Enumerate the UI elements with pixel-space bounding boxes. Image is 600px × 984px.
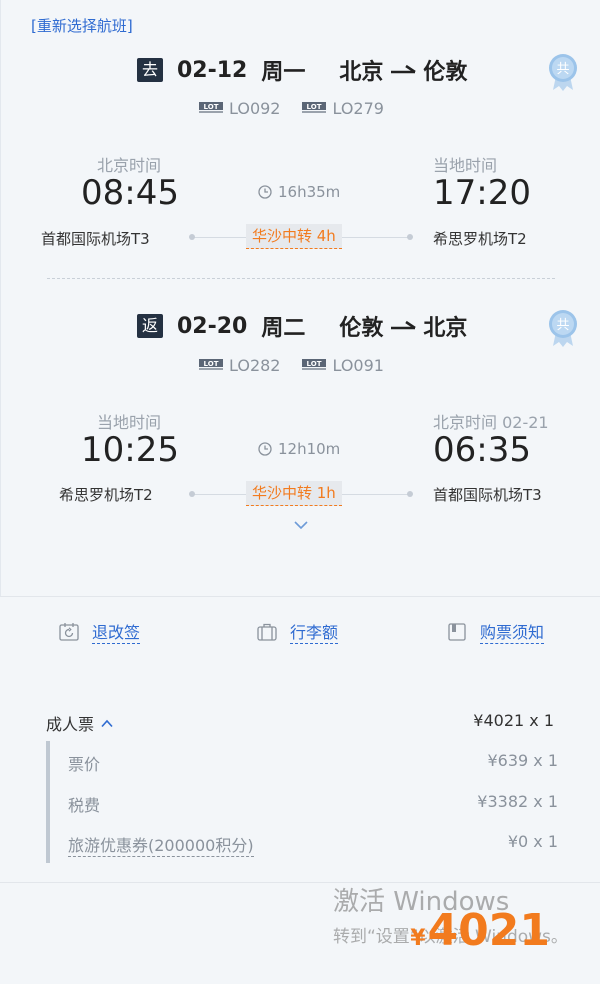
fare-breakdown: 票价 ¥639 x 1 税费 ¥3382 x 1 旅游优惠券(200000积分)… [46,741,558,863]
route-dot [407,234,413,240]
flight-numbers: LOT LO092 LOT LO279 [199,98,384,118]
refund-change-link[interactable]: 退改签 [58,619,141,644]
leg-date: 02-20 [177,313,248,339]
baggage-link[interactable]: 行李额 [256,619,339,644]
price-breakdown-section: 成人票 ¥4021 x 1 票价 ¥639 x 1 税费 ¥3382 x 1 旅… [0,669,600,882]
adult-ticket-value: ¥4021 x 1 [473,711,554,730]
dest-city: 伦敦 [423,60,468,85]
origin-city: 伦敦 [339,316,384,341]
dest-city: 北京 [423,316,468,341]
policy-links-bar: 退改签 行李额 购票须知 [0,596,600,670]
leg-badge: 去 [137,58,163,82]
leg-weekday: 周二 [261,316,306,341]
leg-title: 返 02-20 周二 伦敦 北京 [137,313,468,341]
leg-date: 02-12 [177,57,248,83]
origin-city: 北京 [339,60,384,85]
itinerary-section: [重新选择航班] 去 02-12 周一 北京 伦敦 共 LOT LO092 LO… [0,0,600,596]
svg-text:共: 共 [556,62,569,77]
svg-text:LOT: LOT [204,360,219,368]
arrow-right-icon [391,64,417,74]
shared-flight-ribbon-icon: 共 [549,54,577,91]
total-section: 激活 Windows 转到“设置”以激活 Windows。 ¥ 4021 [0,882,600,984]
lot-airline-logo-icon: LOT [302,359,327,370]
total-amount: 4021 [427,905,550,956]
coupon-row: 旅游优惠券(200000积分) ¥0 x 1 [68,832,558,857]
adult-ticket-label-wrap: 成人票 [46,711,114,735]
reselect-flight-link[interactable]: [重新选择航班] [31,15,133,36]
purchase-notice-label: 购票须知 [480,619,545,644]
departure-time: 08:45 [81,173,179,213]
flight-duration: 16h35m [258,183,340,201]
route-dot [407,491,413,497]
flight-summary-panel: [重新选择航班] 去 02-12 周一 北京 伦敦 共 LOT LO092 LO… [0,0,600,984]
clock-icon [258,185,272,199]
tax-label: 税费 [68,796,101,815]
route-dot [189,491,195,497]
clock-icon [258,442,272,456]
leg-title: 去 02-12 周一 北京 伦敦 [137,57,468,85]
chevron-up-icon[interactable] [100,719,114,728]
arrival-time: 17:20 [433,173,531,213]
arrow-right-icon [391,320,417,330]
departure-airport: 希思罗机场T2 [59,486,153,504]
luggage-icon [257,623,277,641]
flight-number: LO092 [229,98,281,118]
departure-time: 10:25 [81,430,179,470]
flight-number: LO279 [332,98,384,118]
refund-change-label: 退改签 [92,619,141,644]
svg-text:共: 共 [556,318,569,333]
lot-airline-logo-icon: LOT [199,359,223,370]
transfer-info[interactable]: 华沙中转 1h [246,481,342,506]
flight-numbers: LOT LO282 LOT LO091 [199,355,384,375]
tax-value: ¥3382 x 1 [477,792,558,811]
purchase-notice-link[interactable]: 购票须知 [446,619,545,644]
fare-value: ¥639 x 1 [487,751,558,770]
total-price: ¥ 4021 [410,905,550,956]
expand-chevron-down-icon[interactable] [293,520,309,530]
duration-text: 16h35m [278,183,341,201]
arrival-airport: 希思罗机场T2 [433,230,527,248]
svg-text:LOT: LOT [204,103,219,111]
total-currency: ¥ [410,926,426,951]
adult-ticket-label: 成人票 [46,715,95,734]
flight-number: LO091 [332,355,384,375]
arrival-airport: 首都国际机场T3 [433,486,542,504]
duration-text: 12h10m [278,440,341,458]
fare-label: 票价 [68,755,101,774]
leg-badge: 返 [137,314,163,338]
flight-duration: 12h10m [258,440,340,458]
route-dot [189,234,195,240]
coupon-label[interactable]: 旅游优惠券(200000积分) [68,832,254,857]
transfer-info[interactable]: 华沙中转 4h [246,224,342,249]
shared-flight-ribbon-icon: 共 [549,310,577,347]
leg-weekday: 周一 [261,60,306,85]
flight-number: LO282 [229,355,281,375]
baggage-label: 行李额 [290,619,339,644]
fare-row: 票价 ¥639 x 1 [68,751,558,775]
tax-row: 税费 ¥3382 x 1 [68,792,558,816]
coupon-value: ¥0 x 1 [507,832,558,851]
arrival-time: 06:35 [433,430,531,470]
svg-text:LOT: LOT [307,360,322,368]
calendar-refresh-icon [59,622,79,641]
lot-airline-logo-icon: LOT [199,102,223,113]
departure-airport: 首都国际机场T3 [41,230,150,248]
leg-divider [47,278,555,279]
adult-ticket-row[interactable]: 成人票 ¥4021 x 1 [46,711,554,735]
book-icon [448,622,466,641]
svg-text:LOT: LOT [307,103,322,111]
lot-airline-logo-icon: LOT [302,102,327,113]
